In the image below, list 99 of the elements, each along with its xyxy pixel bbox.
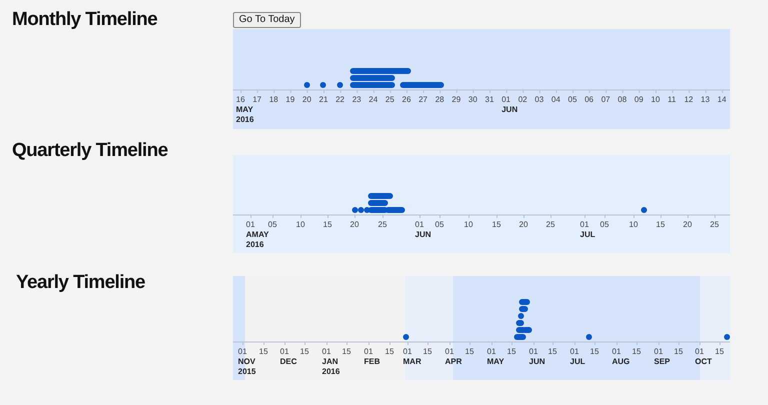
tick-label: 15	[656, 220, 665, 230]
tick-label: 25	[378, 220, 387, 230]
tick-label: 15	[507, 347, 516, 357]
tick-label: 28	[435, 95, 444, 105]
month-label: OCT	[695, 357, 712, 367]
month-label: NOV	[238, 357, 256, 367]
tick-label: 08	[618, 95, 627, 105]
timeline-title: Monthly Timeline	[12, 8, 158, 32]
tick-label: 20	[302, 95, 312, 105]
tick-label: 15	[323, 220, 332, 230]
month-label: MAR	[403, 357, 422, 367]
tick-label: 01	[529, 347, 538, 357]
tick-label: 10	[651, 95, 660, 105]
tick-label: 05	[568, 95, 577, 105]
month-label: AUG	[612, 357, 630, 367]
tick-label: 24	[368, 95, 378, 105]
tick-label: 01	[415, 220, 424, 230]
tick-label: 05	[435, 220, 444, 230]
tick-label: 01	[654, 347, 663, 357]
month-label: MAY	[487, 357, 504, 367]
tick-label: 15	[590, 347, 599, 357]
tick-label: 05	[600, 220, 609, 230]
tick-label: 12	[684, 95, 694, 105]
tick-label: 01	[502, 95, 510, 105]
tick-label: 01	[570, 347, 579, 357]
tick-label: 10	[464, 220, 473, 230]
tick-label: 03	[534, 95, 544, 105]
tick-label: 10	[296, 220, 305, 230]
tick-label: 20	[519, 220, 528, 230]
tick-label: 15	[715, 347, 724, 357]
tick-label: 01	[445, 347, 454, 357]
tick-label: 15	[385, 347, 394, 357]
month-label: FEB	[364, 357, 380, 367]
tick-label: 26	[402, 95, 411, 105]
tick-label: 15	[632, 347, 641, 357]
year-label: 2016	[236, 115, 254, 125]
tick-label: 15	[548, 347, 557, 357]
month-label: JUN	[502, 105, 518, 115]
month-label: JUL	[580, 230, 596, 240]
tick-label: 23	[352, 95, 362, 105]
tick-label: 30	[468, 95, 478, 105]
month-label: MAY	[236, 105, 254, 115]
year-label: 2016	[322, 367, 340, 377]
month-label: JUN	[529, 357, 546, 367]
tick-label: 21	[319, 95, 328, 105]
go-to-today-button[interactable]: Go To Today	[233, 12, 301, 28]
event-bar	[400, 82, 444, 88]
tick-label: 22	[336, 95, 344, 105]
timeline-title: Quarterly Timeline	[12, 139, 169, 163]
tick-label: 01	[580, 220, 589, 230]
tick-label: 01	[238, 347, 247, 357]
tick-label: 11	[668, 95, 676, 105]
tick-label: 09	[634, 95, 644, 105]
tick-label: 14	[717, 95, 726, 105]
tick-label: 20	[350, 220, 359, 230]
tick-label: 06	[584, 95, 594, 105]
tick-label: 15	[674, 347, 683, 357]
tick-label: 01	[280, 347, 289, 357]
tick-label: 19	[286, 95, 295, 105]
tick-label: 01	[364, 347, 373, 357]
tick-label: 15	[342, 347, 351, 357]
tick-label: 13	[700, 95, 710, 105]
tick-label: 04	[551, 95, 560, 105]
tick-label: 17	[252, 95, 262, 105]
tick-label: 15	[423, 347, 432, 357]
month-label: DEC	[280, 357, 297, 367]
tick-label: 02	[518, 95, 528, 105]
month-label: JAN	[322, 357, 338, 367]
tick-label: 25	[385, 95, 394, 105]
month-label: MAY	[252, 230, 269, 240]
month-label: JUN	[415, 230, 432, 240]
year-label: 2016	[246, 240, 264, 250]
tick-label: 18	[269, 95, 278, 105]
month-label: A	[246, 230, 252, 240]
tick-label: 27	[418, 95, 428, 105]
tick-label: 01	[487, 347, 496, 357]
month-label: JUL	[570, 357, 586, 367]
tick-label: 01	[612, 347, 621, 357]
tick-label: 15	[492, 220, 501, 230]
tick-label: 07	[601, 95, 610, 105]
month-label: APR	[445, 357, 462, 367]
tick-label: 10	[629, 220, 638, 230]
tick-label: 25	[710, 220, 719, 230]
tick-label: 01	[246, 220, 255, 230]
tick-label: 15	[465, 347, 474, 357]
tick-label: 05	[268, 220, 277, 230]
tick-label: 15	[300, 347, 309, 357]
tick-label: 16	[236, 95, 245, 105]
timeline-title: Yearly Timeline	[15, 271, 146, 295]
year-label: 2015	[238, 367, 256, 377]
tick-label: 15	[259, 347, 268, 357]
tick-label: 25	[546, 220, 555, 230]
tick-label: 20	[683, 220, 692, 230]
month-label: SEP	[654, 357, 670, 367]
tick-label: 31	[485, 95, 494, 105]
tick-label: 01	[403, 347, 412, 357]
tick-label: 29	[452, 95, 461, 105]
tick-label: 01	[695, 347, 704, 357]
tick-label: 01	[322, 347, 331, 357]
